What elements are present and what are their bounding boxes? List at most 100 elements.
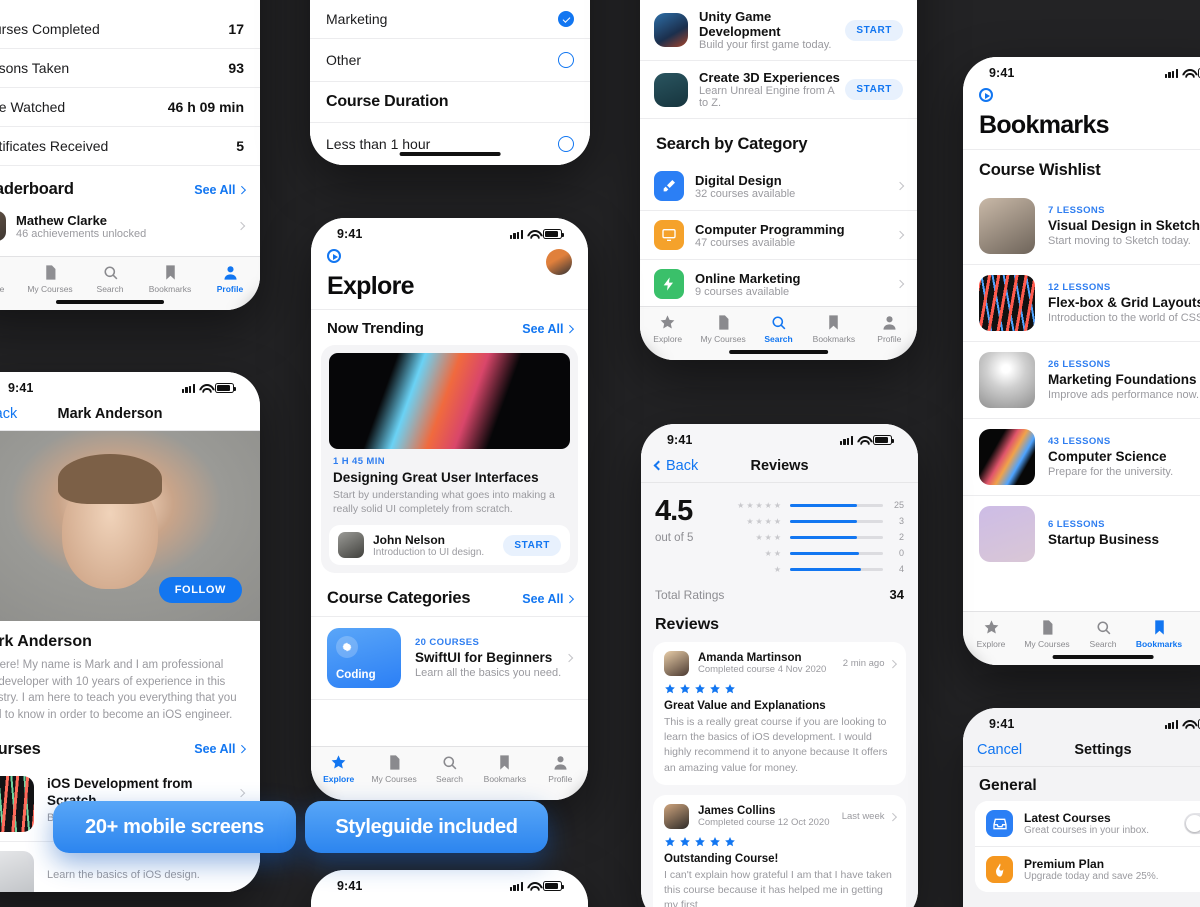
document-icon [45,265,55,280]
nav-bar: Cancel Settings [963,733,1200,767]
category-row-online-marketing[interactable]: Online Marketing 9 courses available [640,260,917,309]
bolt-icon [654,269,684,299]
status-icons [839,435,894,445]
course-row[interactable]: Unity Game Development Build your first … [640,0,917,61]
review-body: This is a really great course if you are… [664,716,888,774]
filter-row-less-than-1-hour[interactable]: Less than 1 hour [310,123,590,165]
see-all-link[interactable]: See All [522,592,574,606]
radio-icon[interactable] [558,52,574,68]
stat-label: Certificates Received [0,138,109,154]
wifi-icon [527,230,539,239]
tab-bookmarks[interactable]: Bookmarks [1131,619,1187,649]
course-duration-header: Course Duration [310,82,590,123]
tab-label: Explore [653,334,683,344]
review-card[interactable]: James Collins Completed course 12 Oct 20… [653,794,906,907]
tab-explore[interactable]: Explore [640,314,695,344]
review-title: Outstanding Course! [664,852,779,865]
filter-row-other[interactable]: Other [310,39,590,82]
dist-row: ★★★★ 3 [729,513,904,529]
review-card[interactable]: Amanda Martinson Completed course 4 Nov … [653,642,906,785]
category-title: SwiftUI for Beginners [415,650,553,666]
tab-profile[interactable]: Profile [1187,619,1200,649]
tab-search[interactable]: Search [80,264,140,294]
chevron-right-icon [895,181,905,191]
bookmark-icon [165,265,175,280]
bookmark-icon [1154,620,1164,635]
nav-title: Reviews [750,457,809,474]
author-name: John Nelson [373,532,446,547]
tab-label: Explore [323,774,355,784]
category-row-computer-programming[interactable]: Computer Programming 47 courses availabl… [640,211,917,260]
review-stars [664,836,895,848]
bookmark-item[interactable]: 7 LESSONS Visual Design in Sketch Start … [963,188,1200,265]
featured-course-card[interactable]: 1 H 45 MIN Designing Great User Interfac… [321,345,578,574]
tab-explore[interactable]: Explore [0,264,20,294]
see-all-label: See All [522,321,564,336]
tab-bookmarks[interactable]: Bookmarks [477,754,532,784]
tab-search[interactable]: Search [422,754,477,784]
tab-my-courses[interactable]: My Courses [695,314,750,344]
start-button[interactable]: START [503,534,561,556]
dist-stars: ★★★★ [746,516,783,526]
featured-author-row[interactable]: John Nelson Introduction to UI design. S… [329,525,570,566]
nav-bar: Back Reviews [641,449,918,483]
leaderboard-row[interactable]: Mathew Clarke 46 achievements unlocked [0,207,260,245]
status-icons [181,383,236,393]
tab-explore[interactable]: Explore [963,619,1019,649]
category-row-digital-design[interactable]: Digital Design 32 courses available [640,162,917,211]
dist-stars: ★★★ [755,532,783,542]
tab-bookmarks[interactable]: Bookmarks [140,264,200,294]
toggle-switch[interactable] [1184,813,1200,834]
tabbar: Explore My Courses Search Bookmarks Prof… [640,306,917,360]
home-indicator [56,300,164,304]
star-icon [710,836,720,847]
signal-icon [509,229,523,239]
start-button[interactable]: START [845,79,903,100]
tab-profile[interactable]: Profile [862,314,917,344]
avatar[interactable] [546,249,572,275]
settings-row-latest-courses[interactable]: Latest Courses Great courses in your inb… [975,801,1200,847]
start-button[interactable]: START [845,19,903,41]
chevron-right-icon [888,659,897,668]
stat-value: 46 h 09 min [167,99,244,115]
back-button[interactable]: Back [653,458,698,474]
tab-label: My Courses [371,774,417,784]
tab-profile[interactable]: Profile [200,264,260,294]
cancel-button[interactable]: Cancel [977,742,1022,758]
status-bar: 9:41 [0,372,260,397]
course-sub: Build your first game today. [699,39,832,51]
bookmark-icon [829,315,839,330]
radio-checked-icon[interactable] [558,11,574,27]
filter-row-marketing[interactable]: Marketing [310,0,590,39]
tab-bookmarks[interactable]: Bookmarks [806,314,861,344]
course-row[interactable]: Create 3D Experiences Learn Unreal Engin… [640,61,917,119]
follow-button[interactable]: FOLLOW [158,577,242,603]
see-all-link[interactable]: See All [194,742,246,756]
tab-my-courses[interactable]: My Courses [366,754,421,784]
tab-label: Search [1089,639,1117,649]
back-button[interactable]: Back [0,406,17,422]
radio-icon[interactable] [558,136,574,152]
tab-explore[interactable]: Explore [311,754,366,784]
settings-row-premium-plan[interactable]: Premium Plan Upgrade today and save 25%. [975,847,1200,892]
see-all-link[interactable]: See All [522,321,574,336]
reviewer-avatar [664,803,689,829]
see-all-link[interactable]: See All [194,183,246,197]
category-title: Online Marketing [695,270,801,286]
banner-text: 20+ mobile screens [85,815,264,838]
bookmark-item[interactable]: 12 LESSONS Flex-box & Grid Layouts Intro… [963,265,1200,342]
tab-search[interactable]: Search [1075,619,1131,649]
status-bar: 9:41 [963,708,1200,733]
tab-profile[interactable]: Profile [533,754,588,784]
stat-value: 93 [228,60,244,76]
tab-my-courses[interactable]: My Courses [1019,619,1075,649]
category-card-row[interactable]: Coding 20 COURSES SwiftUI for Beginners … [311,616,588,701]
bookmark-item[interactable]: 43 LESSONS Computer Science Prepare for … [963,419,1200,496]
bookmark-item[interactable]: 6 LESSONS Startup Business [963,496,1200,572]
tabbar: Explore My Courses Search Bookmarks Prof… [0,256,260,310]
bookmark-item[interactable]: 26 LESSONS Marketing Foundations Improve… [963,342,1200,419]
tab-my-courses[interactable]: My Courses [20,264,80,294]
tab-search[interactable]: Search [751,314,806,344]
search-by-category-header: Search by Category [640,119,917,162]
review-title: Great Value and Explanations [664,700,826,712]
